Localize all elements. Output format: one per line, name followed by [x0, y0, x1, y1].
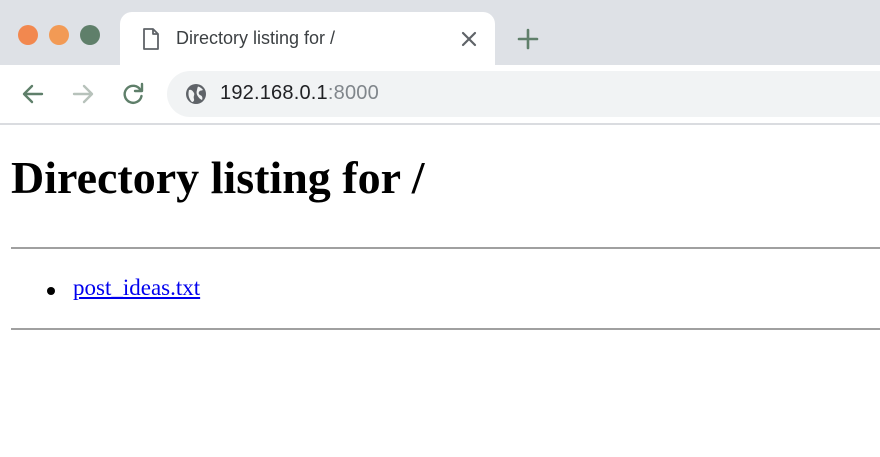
tab-strip: Directory listing for /: [0, 0, 880, 65]
url-port: :8000: [327, 82, 379, 104]
new-tab-icon[interactable]: [515, 26, 541, 52]
divider-bottom: [11, 328, 880, 330]
browser-window: Directory listing for / 192.168.0.1:8000…: [0, 0, 880, 457]
browser-toolbar: 192.168.0.1:8000: [0, 65, 880, 125]
tab-active[interactable]: Directory listing for /: [120, 12, 495, 65]
divider-top: [11, 247, 880, 249]
tab-title: Directory listing for /: [176, 28, 336, 48]
close-tab-icon[interactable]: [459, 29, 479, 49]
forward-arrow-icon[interactable]: [70, 81, 96, 107]
url-text[interactable]: 192.168.0.1:8000: [220, 82, 379, 105]
window-close-button[interactable]: [18, 25, 38, 45]
page-title: Directory listing for /: [11, 152, 425, 203]
address-bar[interactable]: 192.168.0.1:8000: [167, 71, 880, 117]
reload-icon[interactable]: [120, 81, 146, 107]
bullet: [47, 287, 55, 295]
window-minimize-button[interactable]: [49, 25, 69, 45]
url-host: 192.168.0.1: [220, 82, 328, 104]
back-arrow-icon[interactable]: [20, 81, 46, 107]
window-maximize-button[interactable]: [80, 25, 100, 45]
file-link[interactable]: post_ideas.txt: [73, 275, 200, 301]
page-content: Directory listing for / post_ideas.txt: [0, 125, 880, 457]
document-icon: [143, 28, 159, 50]
globe-icon: [186, 84, 206, 104]
